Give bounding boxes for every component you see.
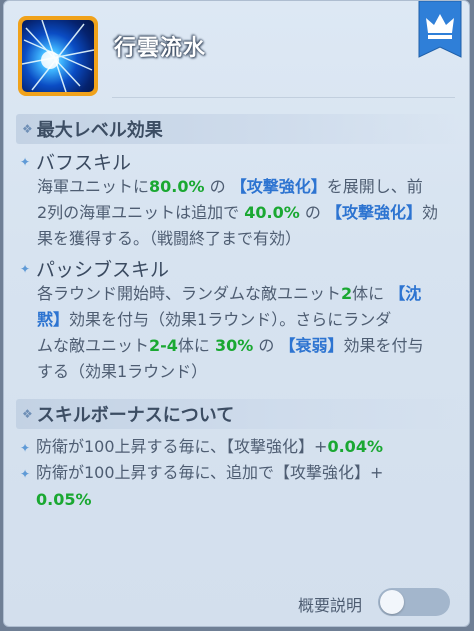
lightning-skill-icon bbox=[18, 16, 98, 96]
sparkle-bullet-icon: ✦ bbox=[20, 261, 31, 276]
text: の bbox=[258, 336, 275, 355]
value-highlight: 30% bbox=[215, 336, 254, 355]
max-level-heading-label: 最大レベル効果 bbox=[36, 120, 163, 141]
keyword-highlight: 【衰弱】 bbox=[279, 336, 344, 355]
lightning-icon-svg bbox=[22, 20, 94, 92]
skill-detail-panel: 行雲流水 ❖ 最大レベル効果 ✦ バフスキル 海軍ユニットに80.0% の 【攻… bbox=[3, 0, 470, 627]
passive-skill-label: パッシブスキル bbox=[36, 259, 170, 281]
value-highlight: 0.04% bbox=[327, 437, 383, 456]
text: 効果を付与（効果1ラウンド）。さらにランダ bbox=[69, 310, 392, 329]
overview-toggle[interactable] bbox=[378, 588, 450, 616]
text: の bbox=[209, 177, 226, 196]
buff-line-2: 2列の海軍ユニットは追加で 40.0% の 【攻撃強化】効 bbox=[37, 200, 447, 226]
crown-icon bbox=[418, 1, 462, 58]
passive-line-1: 各ラウンド開始時、ランダムな敵ユニット2体に 【沈 bbox=[37, 281, 447, 307]
buff-line-3: 果を獲得する。（戦闘終了まで有効） bbox=[37, 226, 447, 252]
text: 防衛が100上昇する毎に、追加で【攻撃強化】+ bbox=[36, 463, 384, 482]
passive-skill-description: 各ラウンド開始時、ランダムな敵ユニット2体に 【沈 黙】効果を付与（効果1ラウン… bbox=[37, 281, 447, 385]
skill-title: 行雲流水 bbox=[114, 36, 207, 61]
text: する（効果1ラウンド） bbox=[37, 362, 208, 381]
keyword-highlight: 【沈 bbox=[389, 284, 422, 303]
passive-line-2: 黙】効果を付与（効果1ラウンド）。さらにランダ bbox=[37, 307, 447, 333]
value-highlight: 2 bbox=[341, 284, 353, 303]
sparkle-bullet-icon: ✦ bbox=[20, 154, 31, 169]
buff-line-1: 海軍ユニットに80.0% の 【攻撃強化】を展開し、前 bbox=[37, 174, 447, 200]
skill-bonus-heading-label: スキルボーナスについて bbox=[36, 405, 235, 426]
text: の bbox=[304, 203, 321, 222]
text: 2列の海軍ユニットは追加で bbox=[37, 203, 240, 222]
buff-skill-label: バフスキル bbox=[36, 152, 132, 174]
bonus-line-2: ✦ 防衛が100上昇する毎に、追加で【攻撃強化】+ 0.05% bbox=[20, 460, 450, 513]
text: ムな敵ユニット bbox=[37, 336, 150, 355]
text: を展開し、前 bbox=[326, 177, 423, 196]
passive-line-3: ムな敵ユニット2-4体に 30% の 【衰弱】効果を付与 bbox=[37, 333, 447, 359]
diamond-bullet-icon: ❖ bbox=[22, 122, 33, 136]
value-highlight: 40.0% bbox=[244, 203, 300, 222]
bonus-line-1: ✦ 防衛が100上昇する毎に、【攻撃強化】+0.04% bbox=[20, 434, 450, 461]
text: 効 bbox=[422, 203, 439, 222]
skill-bonus-heading: ❖ スキルボーナスについて bbox=[16, 399, 462, 429]
text: 体に bbox=[177, 336, 210, 355]
text: 防衛が100上昇する毎に、【攻撃強化】+ bbox=[36, 437, 328, 456]
text: 効果を付与 bbox=[343, 336, 424, 355]
max-level-heading: ❖ 最大レベル効果 bbox=[16, 114, 462, 144]
buff-skill-description: 海軍ユニットに80.0% の 【攻撃強化】を展開し、前 2列の海軍ユニットは追加… bbox=[37, 174, 447, 252]
sparkle-bullet-icon: ✦ bbox=[20, 467, 31, 481]
skill-icon-art bbox=[22, 20, 94, 92]
sparkle-bullet-icon: ✦ bbox=[20, 441, 31, 455]
toggle-knob[interactable] bbox=[380, 590, 404, 614]
passive-line-4: する（効果1ラウンド） bbox=[37, 359, 447, 385]
buff-skill-heading: ✦ バフスキル bbox=[20, 148, 131, 175]
diamond-bullet-icon: ❖ bbox=[22, 407, 33, 421]
text: 体に bbox=[352, 284, 385, 303]
text: 各ラウンド開始時、ランダムな敵ユニット bbox=[37, 284, 342, 303]
text: 果を獲得する。（戦闘終了まで有効） bbox=[37, 229, 302, 248]
keyword-highlight: 【攻撃強化】 bbox=[326, 203, 423, 222]
passive-skill-heading: ✦ パッシブスキル bbox=[20, 255, 169, 282]
value-highlight: 80.0% bbox=[149, 177, 205, 196]
text: 海軍ユニットに bbox=[37, 177, 150, 196]
value-highlight: 2-4 bbox=[149, 336, 178, 355]
value-highlight: 0.05% bbox=[36, 490, 92, 509]
keyword-highlight: 黙】 bbox=[37, 310, 70, 329]
crown-ribbon-badge bbox=[417, 1, 463, 63]
overview-toggle-label: 概要説明 bbox=[298, 596, 363, 615]
header-divider bbox=[112, 97, 455, 98]
keyword-highlight: 【攻撃強化】 bbox=[230, 177, 327, 196]
